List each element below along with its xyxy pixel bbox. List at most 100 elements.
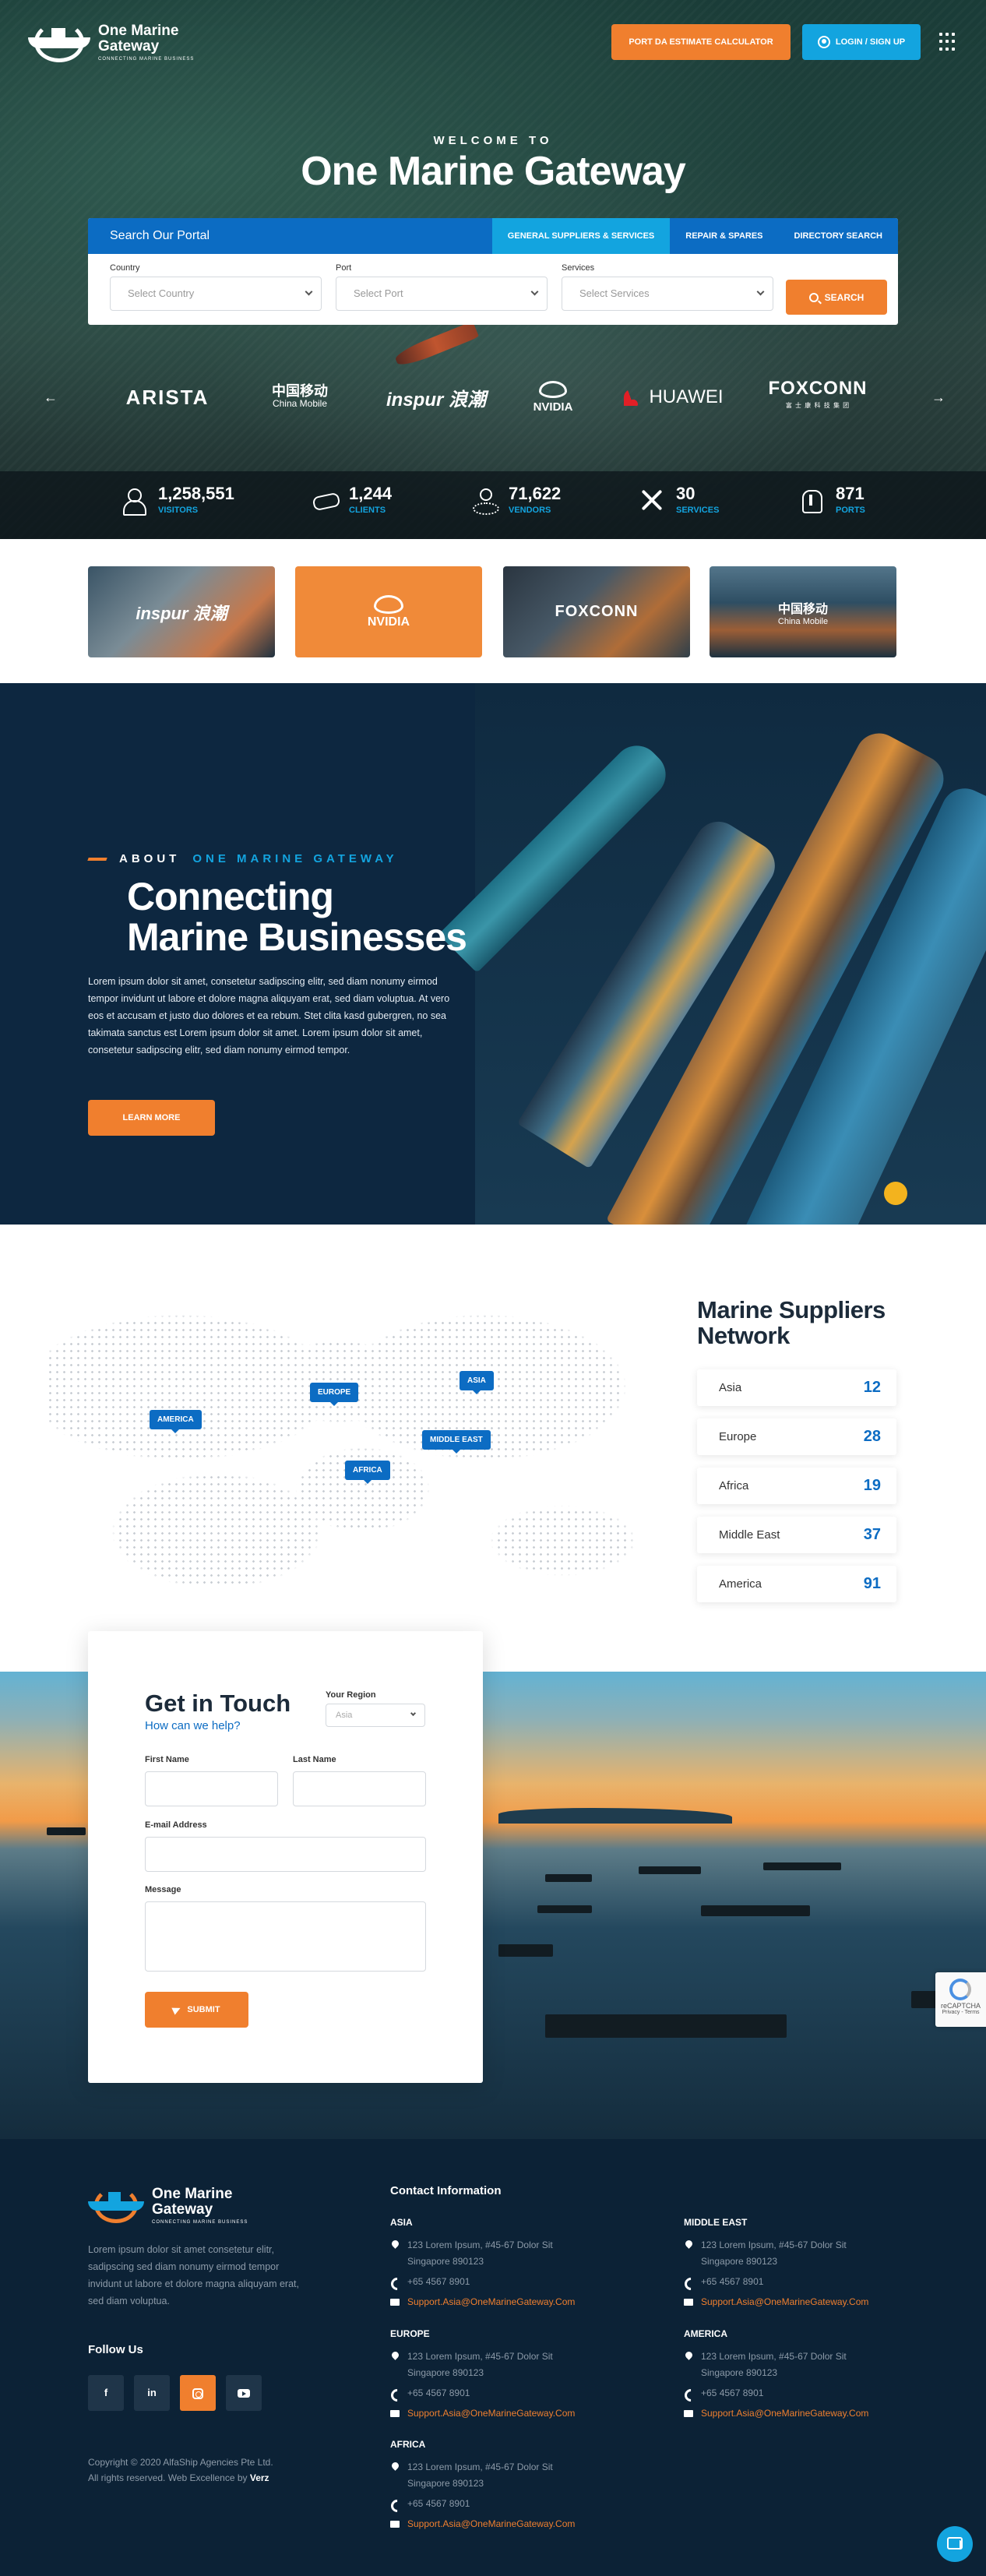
port-field: Port Select Port: [336, 263, 548, 311]
partner-card-nvidia[interactable]: NVIDIA: [295, 566, 482, 657]
services-select[interactable]: Select Services: [562, 277, 773, 311]
tab-directory-search[interactable]: DIRECTORY SEARCH: [779, 218, 898, 254]
region-row-middle-east[interactable]: Middle East 37: [697, 1517, 896, 1553]
follow-us-heading: Follow Us: [88, 2343, 143, 2356]
brand-logo-foxconn[interactable]: FOXCONN 富 士 康 科 技 集 团: [763, 379, 872, 414]
email-link[interactable]: Support.Asia@OneMarineGateway.Com: [390, 2405, 655, 2422]
facebook-icon[interactable]: f: [88, 2375, 124, 2411]
chevron-down-icon: [756, 287, 765, 296]
tab-general-suppliers[interactable]: GENERAL SUPPLIERS & SERVICES: [491, 218, 671, 254]
location-icon: [390, 2462, 400, 2472]
map-pin-asia[interactable]: ASIA: [460, 1371, 494, 1394]
nvidia-eye-icon: [539, 381, 567, 398]
chevron-down-icon: [410, 1710, 417, 1717]
copyright: Copyright © 2020 AlfaShip Agencies Pte L…: [88, 2457, 273, 2483]
contact-subtitle: How can we help?: [145, 1719, 241, 1732]
verz-link[interactable]: Verz: [250, 2472, 269, 2483]
logo-name-line2: Gateway: [98, 37, 160, 55]
country-select[interactable]: Select Country: [110, 277, 322, 311]
mail-icon: [684, 2297, 693, 2306]
partner-card-foxconn[interactable]: FOXCONN: [503, 566, 690, 657]
top-navigation: One Marine Gateway CONNECTING MARINE BUS…: [0, 0, 986, 86]
instagram-icon[interactable]: [180, 2375, 216, 2411]
location-icon: [684, 2240, 693, 2250]
map-pin-africa[interactable]: AFRICA: [345, 1461, 390, 1484]
vendors-icon: [471, 487, 499, 515]
footer: One Marine Gateway CONNECTING MARINE BUS…: [0, 2139, 986, 2576]
brand-logo-huawei[interactable]: HUAWEI: [619, 380, 728, 414]
map-pin-europe[interactable]: EUROPE: [310, 1383, 359, 1406]
stats-bar: 1,258,551 VISITORS 1,244 CLIENTS 71,622 VEN…: [0, 471, 986, 539]
email-label: E-mail Address: [145, 1820, 207, 1830]
youtube-icon[interactable]: [226, 2375, 262, 2411]
aerial-ships-image: [438, 683, 986, 1225]
message-textarea[interactable]: [145, 1901, 426, 1972]
port-icon: [798, 487, 825, 513]
send-icon: [171, 2004, 183, 2015]
about-description: Lorem ipsum dolor sit amet, consetetur s…: [88, 976, 450, 1055]
submit-button[interactable]: SUBMIT: [145, 1992, 248, 2028]
tools-icon: [639, 487, 665, 513]
first-name-field[interactable]: [145, 1771, 278, 1806]
tab-repair-spares[interactable]: REPAIR & SPARES: [670, 218, 778, 254]
site-logo[interactable]: One Marine Gateway CONNECTING MARINE BUS…: [28, 20, 194, 64]
region-select[interactable]: Asia: [326, 1704, 425, 1727]
stat-clients: 1,244 CLIENTS: [312, 485, 392, 516]
recaptcha-badge[interactable]: reCAPTCHA Privacy - Terms: [935, 1972, 986, 2027]
region-row-asia[interactable]: Asia 12: [697, 1369, 896, 1406]
email-link[interactable]: Support.Asia@OneMarineGateway.Com: [390, 2294, 655, 2310]
email-field[interactable]: [145, 1837, 426, 1872]
carousel-next-arrow-icon[interactable]: →: [931, 389, 946, 406]
huawei-flower-icon: [624, 389, 643, 406]
search-tabs: GENERAL SUPPLIERS & SERVICES REPAIR & SP…: [491, 218, 898, 254]
recaptcha-icon: [949, 1979, 971, 2000]
handshake-icon: [312, 487, 338, 513]
phone-icon: [390, 2388, 400, 2398]
services-field: Services Select Services: [562, 263, 773, 311]
message-label: Message: [145, 1885, 181, 1894]
region-row-europe[interactable]: Europe 28: [697, 1418, 896, 1455]
ship-logo-icon: [88, 2186, 144, 2225]
estimate-calculator-button[interactable]: PORT DA ESTIMATE CALCULATOR: [611, 24, 791, 60]
email-link[interactable]: Support.Asia@OneMarineGateway.Com: [390, 2516, 655, 2532]
search-heading: Search Our Portal: [110, 229, 210, 242]
last-name-field[interactable]: [293, 1771, 426, 1806]
hero-section: One Marine Gateway CONNECTING MARINE BUS…: [0, 0, 986, 539]
brand-logo-inspur[interactable]: inspur 浪潮: [382, 380, 491, 414]
email-link[interactable]: Support.Asia@OneMarineGateway.Com: [684, 2405, 949, 2422]
partner-card-china-mobile[interactable]: 中国移动 China Mobile: [710, 566, 896, 657]
cargo-ship-image: [393, 321, 480, 369]
brand-logo-china-mobile[interactable]: 中国移动 China Mobile: [249, 380, 350, 414]
stat-visitors: 1,258,551 VISITORS: [121, 485, 234, 516]
network-title: Marine Suppliers Network: [697, 1296, 886, 1349]
region-row-africa[interactable]: Africa 19: [697, 1468, 896, 1504]
mail-icon: [390, 2519, 400, 2528]
learn-more-button[interactable]: LEARN MORE: [88, 1100, 215, 1136]
region-row-america[interactable]: America 91: [697, 1566, 896, 1602]
email-link[interactable]: Support.Asia@OneMarineGateway.Com: [684, 2294, 949, 2310]
brand-carousel: ← ARISTA 中国移动 China Mobile inspur 浪潮 NVID…: [0, 374, 986, 421]
chat-bubble-icon[interactable]: [937, 2526, 973, 2562]
carousel-prev-arrow-icon[interactable]: ←: [44, 389, 58, 406]
port-select[interactable]: Select Port: [336, 277, 548, 311]
logo-name-line1: One Marine: [98, 22, 179, 39]
phone-icon: [390, 2277, 400, 2286]
brand-logo-arista[interactable]: ARISTA: [117, 380, 218, 414]
map-pin-america[interactable]: AMERICA: [150, 1410, 202, 1433]
about-eyebrow: ABOUT ONE MARINE GATEWAY: [87, 852, 398, 865]
map-pin-middle-east[interactable]: MIDDLE EAST: [422, 1430, 491, 1454]
apps-grid-icon[interactable]: [939, 33, 958, 51]
portal-search-panel: Search Our Portal GENERAL SUPPLIERS & SE…: [88, 218, 898, 325]
phone-icon: [684, 2388, 693, 2398]
port-label: Port: [336, 263, 352, 273]
mail-icon: [390, 2409, 400, 2418]
first-name-label: First Name: [145, 1755, 189, 1764]
footer-logo[interactable]: One Marine Gateway CONNECTING MARINE BUS…: [88, 2186, 248, 2225]
brand-logo-nvidia[interactable]: NVIDIA: [522, 380, 584, 414]
contact-form-card: Get in Touch How can we help? Your Regio…: [88, 1631, 483, 2083]
partner-card-inspur[interactable]: inspur 浪潮: [88, 566, 275, 657]
region-label: Your Region: [326, 1690, 376, 1700]
linkedin-icon[interactable]: in: [134, 2375, 170, 2411]
login-signup-button[interactable]: LOGIN / SIGN UP: [802, 24, 921, 60]
search-button[interactable]: SEARCH: [786, 280, 887, 315]
